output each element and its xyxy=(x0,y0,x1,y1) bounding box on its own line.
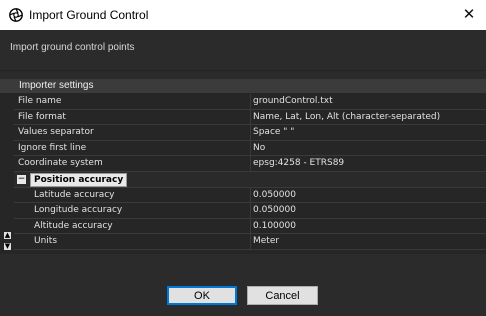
property-value[interactable]: Space " " xyxy=(253,125,485,140)
property-row-ignore-first-line[interactable]: Ignore first line No xyxy=(14,140,486,157)
property-key: Values separator xyxy=(18,127,94,138)
property-key: Altitude accuracy xyxy=(34,220,113,231)
property-key: Longitude accuracy xyxy=(34,205,123,216)
property-row-values-separator[interactable]: Values separator Space " " xyxy=(14,125,486,141)
property-key: Ignore first line xyxy=(18,142,87,153)
window-title: Import Ground Control xyxy=(29,8,149,22)
property-row-latitude-accuracy[interactable]: Latitude accuracy 0.050000 xyxy=(14,187,486,204)
group-row-position-accuracy[interactable]: − Position accuracy xyxy=(14,171,486,188)
property-row-units[interactable]: Units Meter xyxy=(14,234,486,250)
property-value[interactable]: groundControl.txt xyxy=(253,94,485,109)
property-key: Units xyxy=(34,236,58,247)
property-row-file-name[interactable]: File name groundControl.txt xyxy=(14,94,486,110)
property-value[interactable]: No xyxy=(253,141,485,156)
divider xyxy=(0,70,486,71)
aperture-icon xyxy=(9,8,23,22)
property-key: Latitude accuracy xyxy=(34,189,115,200)
property-row-file-format[interactable]: File format Name, Lat, Lon, Alt (charact… xyxy=(14,109,486,126)
property-row-altitude-accuracy[interactable]: Altitude accuracy 0.100000 xyxy=(14,218,486,235)
property-value[interactable]: Meter xyxy=(253,234,485,249)
property-grid: File name groundControl.txt File format … xyxy=(14,94,486,250)
title-bar: Import Ground Control ✕ xyxy=(0,0,486,30)
property-value[interactable]: 0.050000 xyxy=(253,203,485,218)
ok-button[interactable]: OK xyxy=(167,286,237,305)
column-separator xyxy=(250,94,251,109)
column-separator xyxy=(250,187,251,203)
section-header-label: Importer settings xyxy=(19,80,94,91)
property-row-longitude-accuracy[interactable]: Longitude accuracy 0.050000 xyxy=(14,203,486,219)
property-key: File name xyxy=(18,96,62,106)
column-separator xyxy=(250,109,251,125)
property-row-coordinate-system[interactable]: Coordinate system epsg:4258 - ETRS89 xyxy=(14,156,486,172)
column-separator xyxy=(250,203,251,218)
arrow-down-icon[interactable]: ▼ xyxy=(4,243,11,250)
column-separator xyxy=(250,125,251,140)
section-header: Importer settings xyxy=(0,79,486,93)
property-key: Coordinate system xyxy=(18,158,103,169)
dialog-description: Import ground control points xyxy=(10,42,135,53)
group-label[interactable]: Position accuracy xyxy=(30,172,128,187)
property-value[interactable]: Name, Lat, Lon, Alt (character-separated… xyxy=(253,110,485,125)
property-value[interactable]: 0.100000 xyxy=(253,219,485,234)
column-separator xyxy=(250,218,251,234)
column-separator xyxy=(250,234,251,249)
column-separator xyxy=(250,156,251,171)
cancel-button[interactable]: Cancel xyxy=(247,286,318,305)
column-separator xyxy=(250,140,251,156)
close-icon[interactable]: ✕ xyxy=(461,6,477,22)
property-key: File format xyxy=(18,111,66,122)
arrow-up-icon[interactable]: ▲ xyxy=(4,232,11,239)
property-value[interactable]: 0.050000 xyxy=(253,188,485,203)
collapse-toggle-icon[interactable]: − xyxy=(17,174,26,184)
property-value[interactable]: epsg:4258 - ETRS89 xyxy=(253,156,485,171)
